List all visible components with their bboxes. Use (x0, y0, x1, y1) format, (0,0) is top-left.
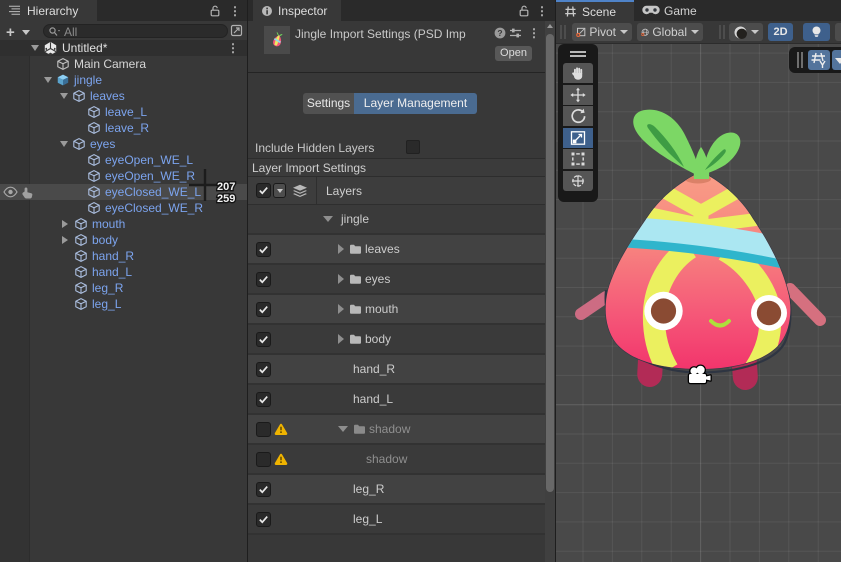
svg-text:207: 207 (217, 181, 235, 193)
svg-text:?: ? (497, 28, 502, 38)
svg-text:259: 259 (217, 193, 235, 205)
